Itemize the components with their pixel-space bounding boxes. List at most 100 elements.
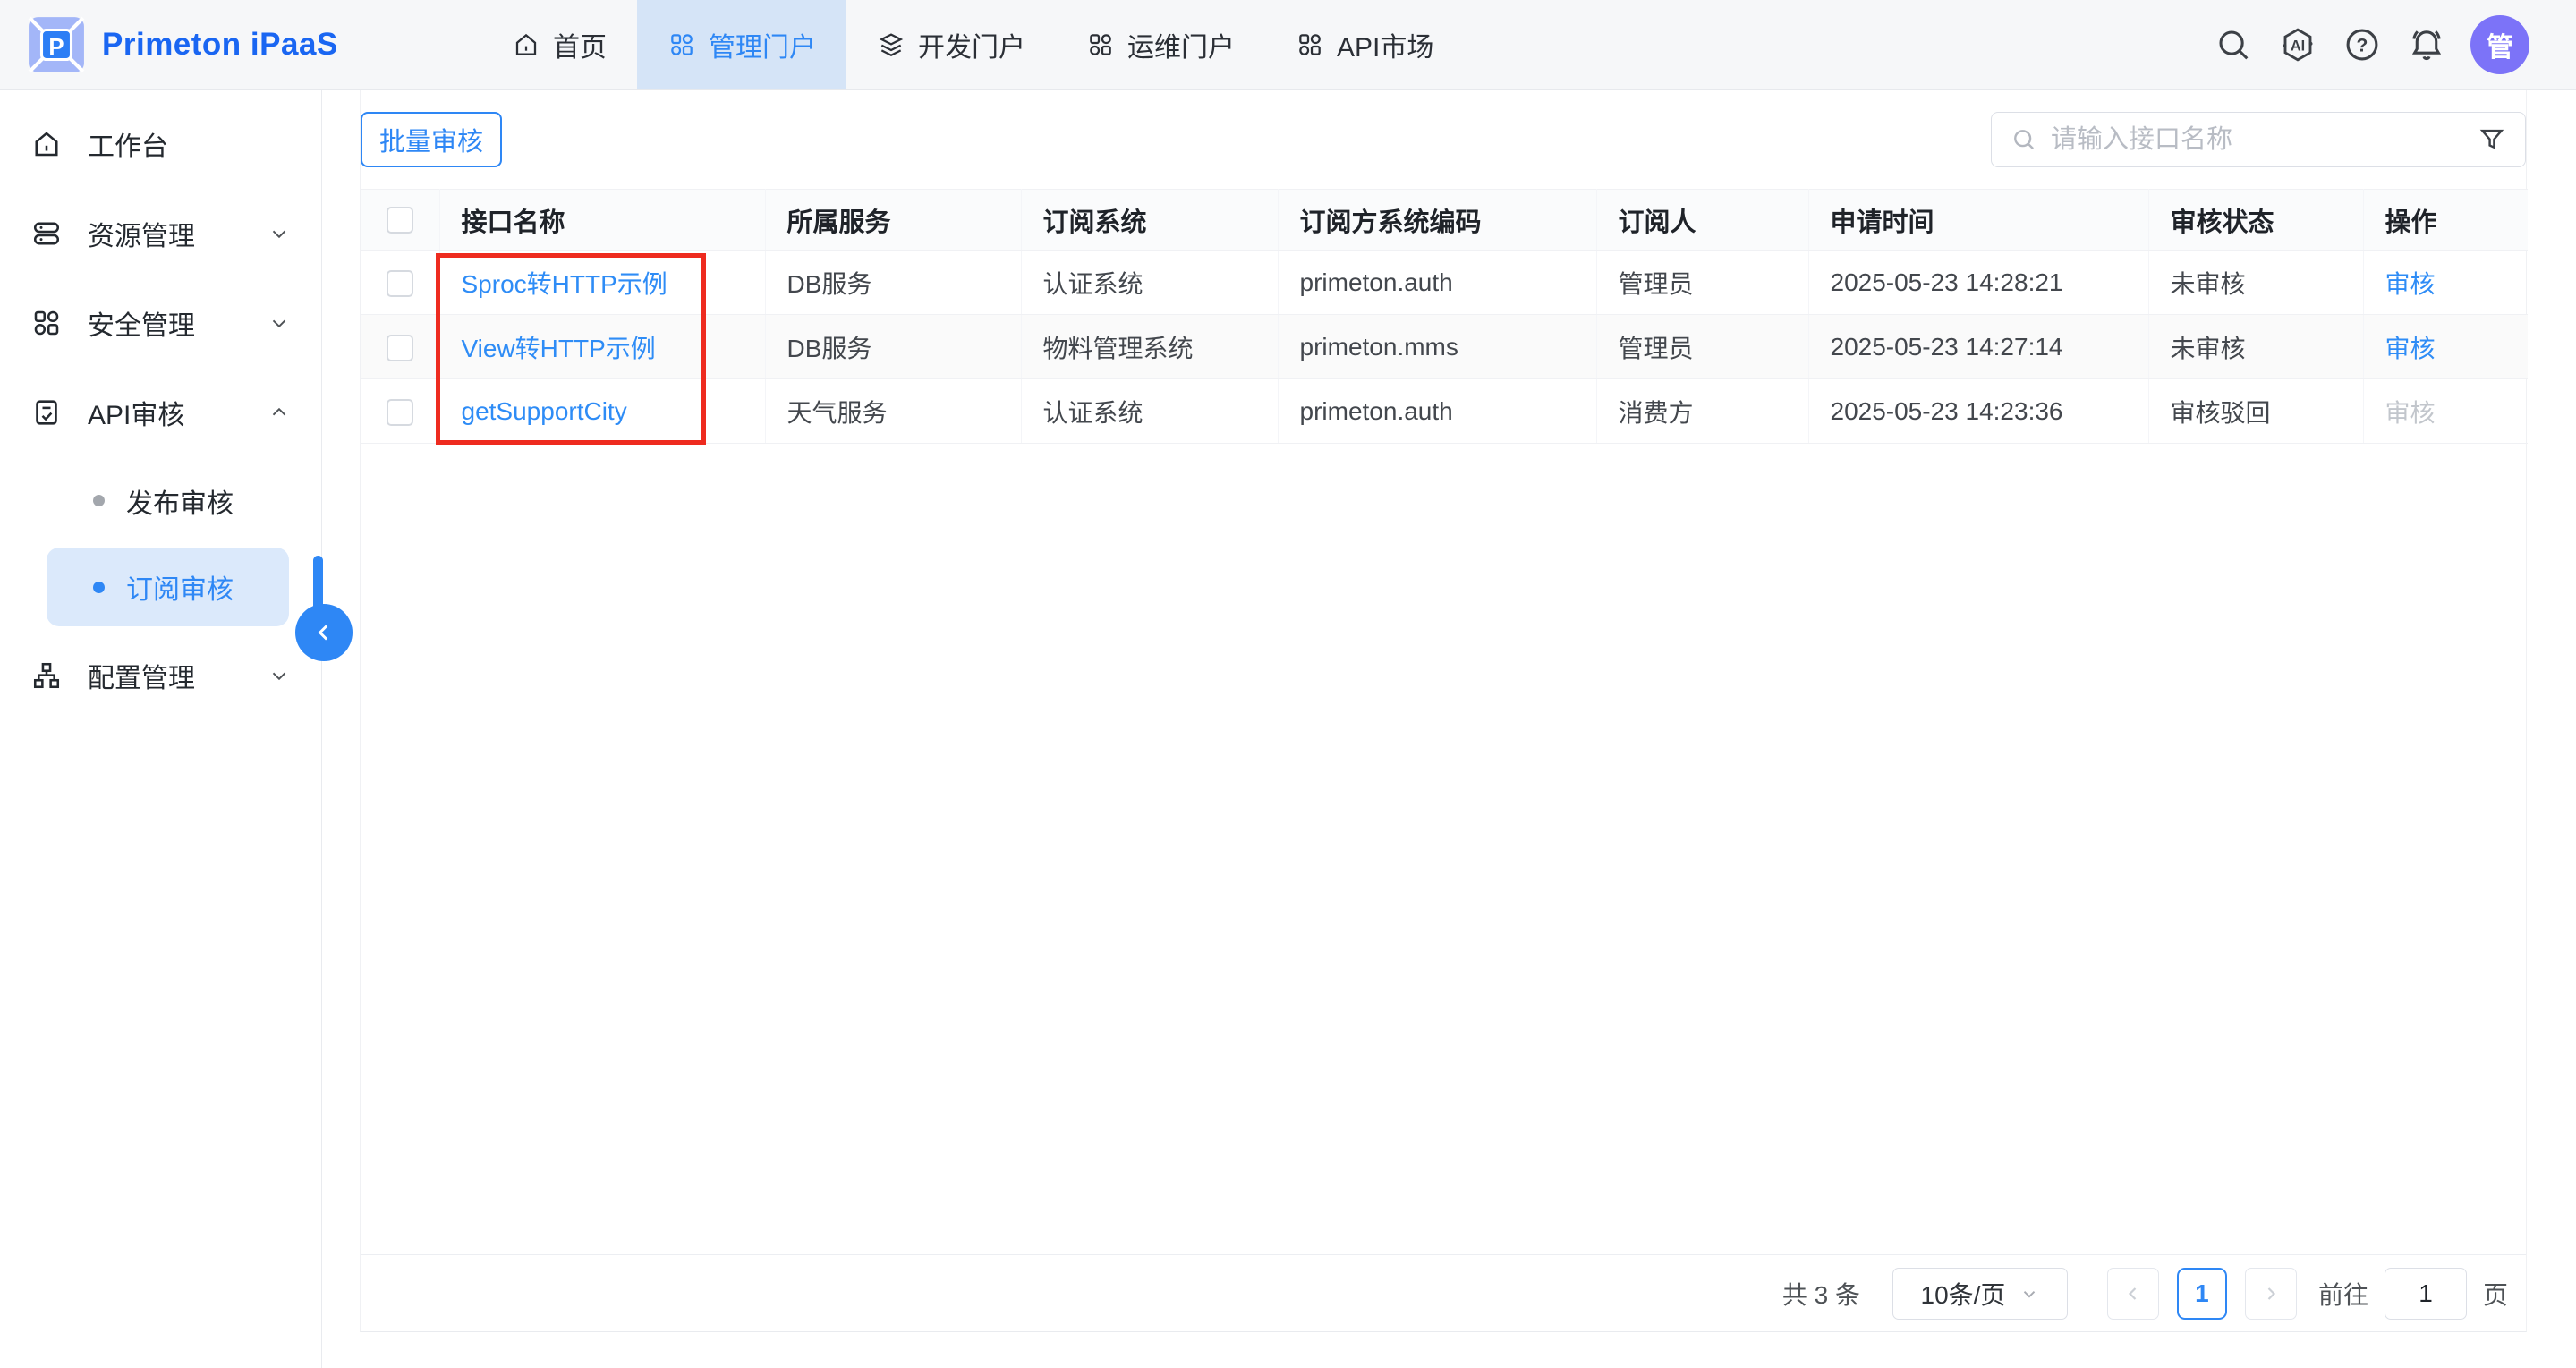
search-icon: [2010, 125, 2038, 154]
apply-time-cell: 2025-05-23 14:28:21: [1808, 251, 2148, 315]
system-code-cell: primeton.auth: [1278, 251, 1596, 315]
chevron-down-icon: [268, 311, 291, 335]
col-header-actions: 操作: [2363, 190, 2528, 251]
sidebar-item-security-mgmt[interactable]: 安全管理: [0, 278, 321, 368]
tree-icon: [30, 659, 63, 692]
avatar[interactable]: 管: [2470, 15, 2529, 74]
nav-item-dev-portal[interactable]: 开发门户: [846, 0, 1056, 89]
layers-icon: [877, 30, 905, 59]
table-header-row: 接口名称 所属服务 订阅系统 订阅方系统编码 订阅人 申请时间 审核状态 操作: [361, 190, 2528, 251]
col-header-subscriber: 订阅人: [1596, 190, 1808, 251]
status-cell: 审核驳回: [2148, 379, 2363, 444]
audit-action-link[interactable]: 审核: [2385, 335, 2436, 362]
audit-action-link-disabled: 审核: [2385, 399, 2436, 427]
filter-funnel-icon[interactable]: [2477, 124, 2507, 155]
subscriber-cell: 管理员: [1596, 315, 1808, 379]
chevron-down-icon: [268, 222, 291, 245]
status-cell: 未审核: [2148, 251, 2363, 315]
row-checkbox[interactable]: [387, 270, 413, 297]
interface-name-link[interactable]: Sproc转HTTP示例: [462, 270, 667, 298]
table-row: Sproc转HTTP示例 DB服务 认证系统 primeton.auth 管理员…: [361, 251, 2528, 315]
col-header-subscribe-system: 订阅系统: [1021, 190, 1278, 251]
subscribe-system-cell: 物料管理系统: [1021, 315, 1278, 379]
svg-text:AI: AI: [2291, 38, 2305, 55]
subscriber-cell: 管理员: [1596, 251, 1808, 315]
col-header-interface-name: 接口名称: [439, 190, 765, 251]
bullet-dot-icon: [93, 582, 105, 593]
batch-audit-button[interactable]: 批量审核: [361, 112, 502, 167]
home-icon: [30, 128, 63, 160]
brand: P Primeton iPaaS: [0, 0, 322, 89]
nav-item-home[interactable]: 首页: [481, 0, 637, 89]
status-cell: 未审核: [2148, 315, 2363, 379]
goto-page-input[interactable]: [2385, 1268, 2467, 1320]
nav-item-admin-portal[interactable]: 管理门户: [637, 0, 846, 89]
chevron-left-icon: [310, 619, 337, 646]
system-code-cell: primeton.mms: [1278, 315, 1596, 379]
service-cell: DB服务: [765, 251, 1021, 315]
ai-icon[interactable]: AI: [2277, 24, 2318, 65]
subscribe-system-cell: 认证系统: [1021, 251, 1278, 315]
pagination-total: 共 3 条: [1782, 1276, 1860, 1312]
help-icon[interactable]: ?: [2342, 24, 2383, 65]
grid-icon: [1296, 30, 1324, 59]
row-checkbox[interactable]: [387, 335, 413, 361]
svg-text:P: P: [48, 35, 64, 60]
row-checkbox[interactable]: [387, 399, 413, 426]
table-row: View转HTTP示例 DB服务 物料管理系统 primeton.mms 管理员…: [361, 315, 2528, 379]
subscriber-cell: 消费方: [1596, 379, 1808, 444]
prev-page-button[interactable]: [2107, 1268, 2159, 1320]
audit-icon: [30, 396, 63, 429]
col-header-service: 所属服务: [765, 190, 1021, 251]
sidebar-subitem-publish-audit[interactable]: 发布审核: [0, 457, 321, 544]
interface-name-link[interactable]: View转HTTP示例: [462, 335, 656, 362]
nav-item-api-market[interactable]: API市场: [1265, 0, 1464, 89]
audit-table: 接口名称 所属服务 订阅系统 订阅方系统编码 订阅人 申请时间 审核状态 操作 …: [361, 189, 2528, 444]
subscribe-system-cell: 认证系统: [1021, 379, 1278, 444]
search-icon[interactable]: [2213, 24, 2254, 65]
pagination-bar: 共 3 条 10条/页 1 前往 页: [361, 1254, 2526, 1331]
audit-action-link[interactable]: 审核: [2385, 270, 2436, 298]
col-header-system-code: 订阅方系统编码: [1278, 190, 1596, 251]
col-header-status: 审核状态: [2148, 190, 2363, 251]
grid-icon: [1086, 30, 1115, 59]
sidebar-item-config-mgmt[interactable]: 配置管理: [0, 631, 321, 720]
apply-time-cell: 2025-05-23 14:23:36: [1808, 379, 2148, 444]
apply-time-cell: 2025-05-23 14:27:14: [1808, 315, 2148, 379]
table-row: getSupportCity 天气服务 认证系统 primeton.auth 消…: [361, 379, 2528, 444]
sidebar-item-resource-mgmt[interactable]: 资源管理: [0, 189, 321, 278]
header-actions: AI ? 管: [2213, 0, 2576, 89]
search-box: [1991, 112, 2526, 167]
chevron-down-icon: [2019, 1284, 2039, 1304]
nav-item-ops-portal[interactable]: 运维门户: [1056, 0, 1265, 89]
sidebar-item-workbench[interactable]: 工作台: [0, 99, 321, 189]
server-icon: [30, 217, 63, 250]
interface-name-link[interactable]: getSupportCity: [462, 397, 627, 425]
svg-text:?: ?: [2357, 36, 2368, 56]
page-number-button[interactable]: 1: [2177, 1268, 2227, 1320]
grid-icon: [667, 30, 696, 59]
brand-logo-icon: P: [27, 15, 86, 74]
bullet-dot-icon: [93, 495, 105, 506]
chevron-left-icon: [2122, 1283, 2144, 1304]
col-header-apply-time: 申请时间: [1808, 190, 2148, 251]
next-page-button[interactable]: [2245, 1268, 2297, 1320]
search-input[interactable]: [2051, 125, 2464, 155]
sidebar-collapse-button[interactable]: [295, 604, 353, 661]
brand-name: Primeton iPaaS: [102, 27, 338, 63]
apps-icon: [30, 307, 63, 339]
bell-icon[interactable]: [2406, 24, 2447, 65]
home-icon: [512, 30, 540, 59]
portal-nav: 首页 管理门户 开发门户 运维门户 API市场: [481, 0, 1464, 89]
service-cell: DB服务: [765, 315, 1021, 379]
service-cell: 天气服务: [765, 379, 1021, 444]
chevron-right-icon: [2260, 1283, 2282, 1304]
sidebar-item-api-audit[interactable]: API审核: [0, 368, 321, 457]
select-all-checkbox[interactable]: [387, 207, 413, 234]
top-header: P Primeton iPaaS 首页 管理门户 开发门户 运维门户: [0, 0, 2576, 90]
page-size-select[interactable]: 10条/页: [1892, 1268, 2068, 1320]
sidebar: 工作台 资源管理 安全管理 API审核 发布审核 订阅审核 配置管理: [0, 90, 322, 1368]
system-code-cell: primeton.auth: [1278, 379, 1596, 444]
sidebar-subitem-subscribe-audit[interactable]: 订阅审核: [47, 548, 289, 626]
main-content: 批量审核 接口名称 所属服务 订阅系统 订阅方系统编码 订阅人 申请时间: [360, 90, 2527, 1332]
